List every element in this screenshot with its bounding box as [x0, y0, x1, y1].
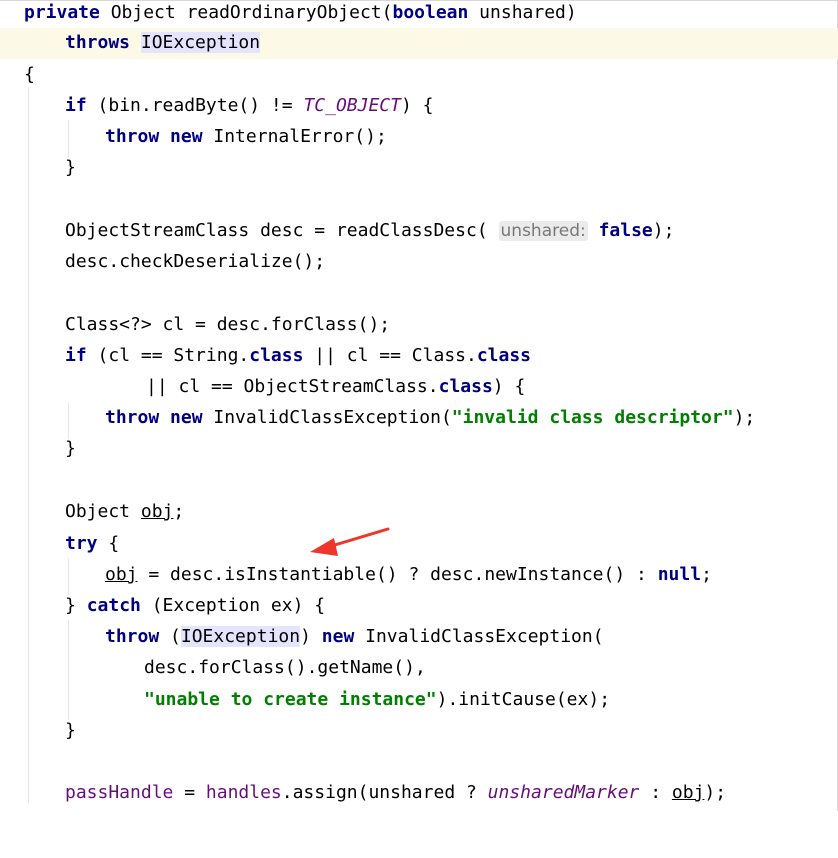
red-arrow-icon	[310, 527, 390, 556]
code-editor[interactable]: private Object readOrdinaryObject(boolea…	[0, 0, 838, 811]
